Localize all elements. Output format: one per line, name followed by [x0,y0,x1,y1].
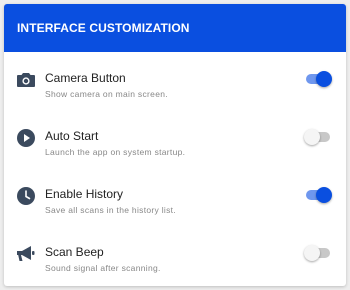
setting-title: Camera Button [45,71,126,85]
setting-enable-history: Enable History Save all scans in the his… [4,187,346,245]
enable-history-toggle[interactable] [304,187,332,203]
scan-beep-toggle[interactable] [304,245,332,261]
card-header: INTERFACE CUSTOMIZATION [4,4,346,52]
clock-icon [17,187,35,205]
megaphone-icon [17,245,35,263]
setting-scan-beep: Scan Beep Sound signal after scanning. [4,245,346,286]
setting-subtitle: Launch the app on system startup. [45,147,186,157]
setting-subtitle: Sound signal after scanning. [45,263,161,273]
setting-title: Scan Beep [45,245,104,259]
setting-camera-button: Camera Button Show camera on main screen… [4,71,346,129]
setting-title: Enable History [45,187,124,201]
setting-subtitle: Show camera on main screen. [45,89,168,99]
play-icon [17,129,35,147]
settings-card: INTERFACE CUSTOMIZATION Camera Button Sh… [4,4,346,286]
setting-auto-start: Auto Start Launch the app on system star… [4,129,346,187]
card-title: INTERFACE CUSTOMIZATION [17,21,190,35]
camera-button-toggle[interactable] [304,71,332,87]
camera-icon [17,71,35,89]
setting-subtitle: Save all scans in the history list. [45,205,176,215]
auto-start-toggle[interactable] [304,129,332,145]
setting-title: Auto Start [45,129,99,143]
